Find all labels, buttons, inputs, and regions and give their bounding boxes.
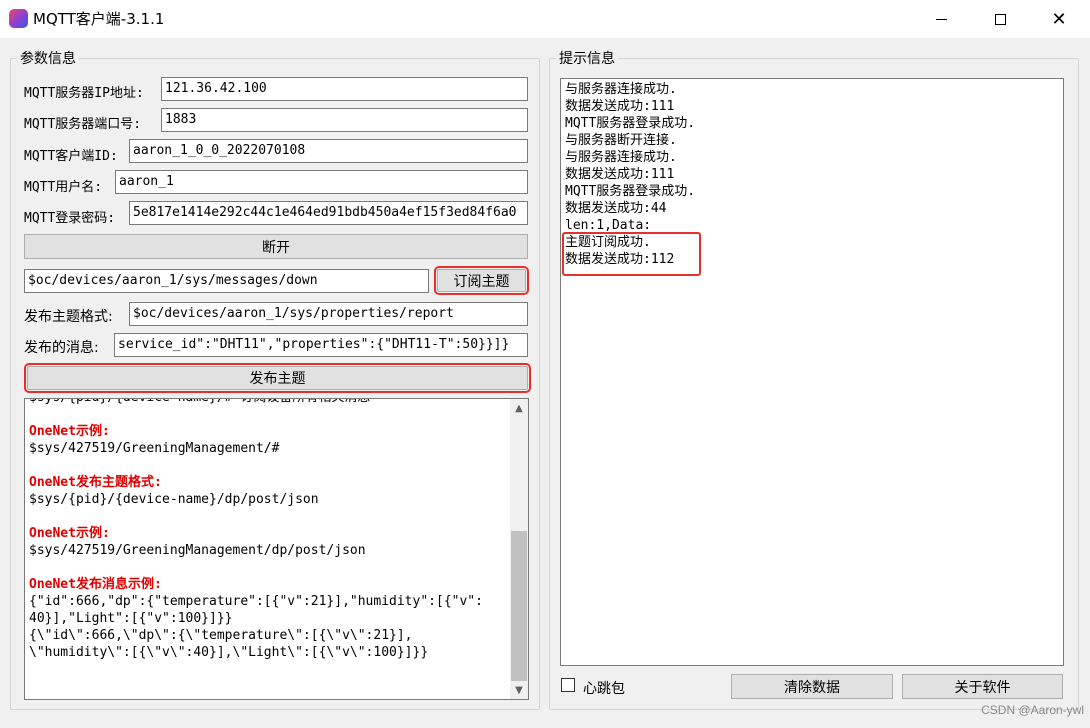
scroll-down-icon[interactable]: ▼ — [510, 681, 528, 699]
publish-format-input[interactable]: $oc/devices/aaron_1/sys/properties/repor… — [129, 302, 528, 326]
notes-scrollbar[interactable]: ▲ ▼ — [510, 399, 528, 699]
notes-line: $sys/{pid}/{device-name}/# 订阅设备所有相关消息 — [29, 399, 509, 406]
username-input[interactable]: aaron_1 — [115, 170, 528, 194]
log-textarea[interactable]: 与服务器连接成功. 数据发送成功:111 MQTT服务器登录成功. 与服务器断开连接.… — [560, 78, 1064, 666]
app-icon — [9, 9, 28, 28]
notes-line: $sys/427519/GreeningManagement/dp/post/j… — [29, 543, 366, 558]
heartbeat-label: 心跳包 — [583, 681, 625, 697]
close-button[interactable]: ✕ — [1036, 0, 1082, 38]
log-line: MQTT服务器登录成功. — [565, 116, 696, 131]
notes-line: $sys/427519/GreeningManagement/# — [29, 441, 280, 456]
notes-line: {"id":666,"dp":{"temperature":[{"v":21}]… — [29, 594, 483, 609]
about-button[interactable]: 关于软件 — [902, 674, 1063, 699]
log-line: 与服务器连接成功. — [565, 150, 677, 165]
notes-line: $sys/{pid}/{device-name}/dp/post/json — [29, 492, 319, 507]
watermark: CSDN @Aaron-ywl — [981, 703, 1084, 717]
subscribe-topic-input[interactable]: $oc/devices/aaron_1/sys/messages/down — [24, 269, 429, 293]
ip-label: MQTT服务器IP地址: — [24, 86, 144, 101]
disconnect-button[interactable]: 断开 — [24, 234, 528, 259]
client-id-input[interactable]: aaron_1_0_0_2022070108 — [129, 139, 528, 163]
notes-heading: OneNet示例: — [29, 424, 110, 439]
password-input[interactable]: 5e817e1414e292c44c1e464ed91bdb450a4ef15f… — [129, 201, 528, 225]
notes-heading: OneNet示例: — [29, 526, 110, 541]
log-line: 数据发送成功:44 — [565, 201, 667, 216]
publish-message-input[interactable]: service_id":"DHT11","properties":{"DHT11… — [114, 333, 528, 357]
minimize-button[interactable] — [918, 0, 964, 38]
minimize-icon — [935, 18, 947, 20]
log-line: 数据发送成功:111 — [565, 167, 675, 182]
notes-line: {\"id\":666,\"dp\":{\"temperature\":[{\"… — [29, 628, 413, 643]
publish-button[interactable]: 发布主题 — [24, 363, 531, 393]
notes-line: 40}],"Light":[{"v":100}]}} — [29, 611, 233, 626]
log-line: 与服务器断开连接. — [565, 133, 677, 148]
close-icon: ✕ — [1051, 8, 1067, 30]
title-bar: MQTT客户端-3.1.1 ✕ — [0, 0, 1090, 38]
log-line: 数据发送成功:111 — [565, 99, 675, 114]
log-line: MQTT服务器登录成功. — [565, 184, 696, 199]
username-label: MQTT用户名: — [24, 180, 103, 195]
client-id-label: MQTT客户端ID: — [24, 149, 118, 164]
heartbeat-checkbox[interactable] — [561, 678, 575, 692]
scroll-up-icon[interactable]: ▲ — [510, 399, 528, 417]
hints-legend: 提示信息 — [559, 51, 615, 67]
publish-format-label: 发布主题格式: — [24, 309, 113, 325]
password-label: MQTT登录密码: — [24, 211, 116, 226]
notes-textarea[interactable]: $sys/{pid}/{device-name}/# 订阅设备所有相关消息 On… — [24, 398, 529, 700]
port-input[interactable]: 1883 — [161, 108, 528, 132]
params-legend: 参数信息 — [20, 51, 76, 67]
clear-data-button[interactable]: 清除数据 — [731, 674, 893, 699]
notes-heading: OneNet发布消息示例: — [29, 577, 162, 592]
log-line: 与服务器连接成功. — [565, 82, 677, 97]
scroll-thumb[interactable] — [511, 531, 527, 681]
highlight-box — [562, 232, 701, 276]
maximize-button[interactable] — [977, 0, 1023, 38]
publish-message-label: 发布的消息: — [24, 340, 99, 356]
notes-heading: OneNet发布主题格式: — [29, 475, 162, 490]
maximize-icon — [994, 13, 1006, 25]
ip-input[interactable]: 121.36.42.100 — [161, 77, 528, 101]
port-label: MQTT服务器端口号: — [24, 117, 142, 132]
window-title: MQTT客户端-3.1.1 — [33, 10, 165, 28]
notes-line: \"humidity\":[{\"v\":40}],\"Light\":[{\"… — [29, 645, 429, 660]
subscribe-button[interactable]: 订阅主题 — [434, 266, 529, 295]
